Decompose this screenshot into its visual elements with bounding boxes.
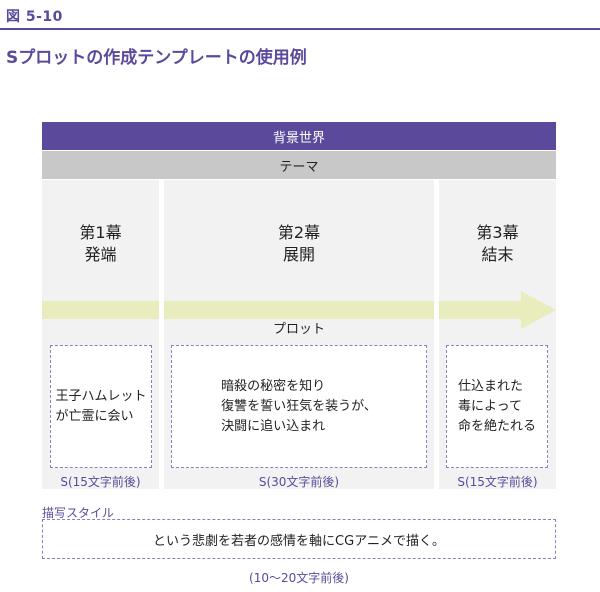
page-title: Sプロットの作成テンプレートの使用例 (6, 48, 307, 68)
summary-box-3: 仕込まれた 毒によって 命を絶たれる (446, 345, 548, 468)
act-number: 第3幕 (476, 223, 519, 242)
act-heading-2: 第2幕 展開 (164, 222, 434, 266)
act-name: 発端 (84, 245, 117, 264)
summary-box-2: 暗殺の秘密を知り 復讐を誓い狂気を装うが、 決闘に追い込まれ (171, 345, 427, 468)
world-bar: 背景世界 (42, 122, 556, 150)
figure-label: 図 5-10 (6, 9, 63, 25)
char-count-3: S(15文字前後) (457, 475, 538, 489)
summary-box-1: 王子ハムレット が亡霊に会い (50, 345, 152, 468)
act-number: 第2幕 (277, 223, 321, 242)
summary-text-1: 王子ハムレット が亡霊に会い (55, 388, 147, 424)
char-count-1: S(15文字前後) (60, 475, 141, 489)
summary-text-2: 暗殺の秘密を知り 復讐を誓い狂気を装うが、 決闘に追い込まれ (221, 378, 377, 434)
act-heading-1: 第1幕 発端 (42, 222, 159, 266)
arrow-gap-2 (434, 298, 439, 322)
char-count-2: S(30文字前後) (258, 475, 340, 489)
summary-text-3: 仕込まれた 毒によって 命を絶たれる (457, 378, 536, 434)
description-box: という悲劇を若者の感情を軸にCGアニメで描く。 (42, 519, 556, 559)
header-rule (0, 28, 600, 30)
act-number: 第1幕 (79, 223, 122, 242)
plot-label: プロット (272, 322, 325, 337)
act-heading-3: 第3幕 結末 (439, 222, 556, 266)
act-name: 結末 (481, 245, 514, 264)
description-count: (10〜20文字前後) (249, 571, 349, 585)
act-name: 展開 (282, 245, 315, 264)
world-label: 背景世界 (272, 130, 325, 146)
theme-label: テーマ (279, 159, 319, 175)
description-text: という悲劇を若者の感情を軸にCGアニメで描く。 (153, 533, 445, 549)
theme-bar: テーマ (42, 151, 556, 179)
